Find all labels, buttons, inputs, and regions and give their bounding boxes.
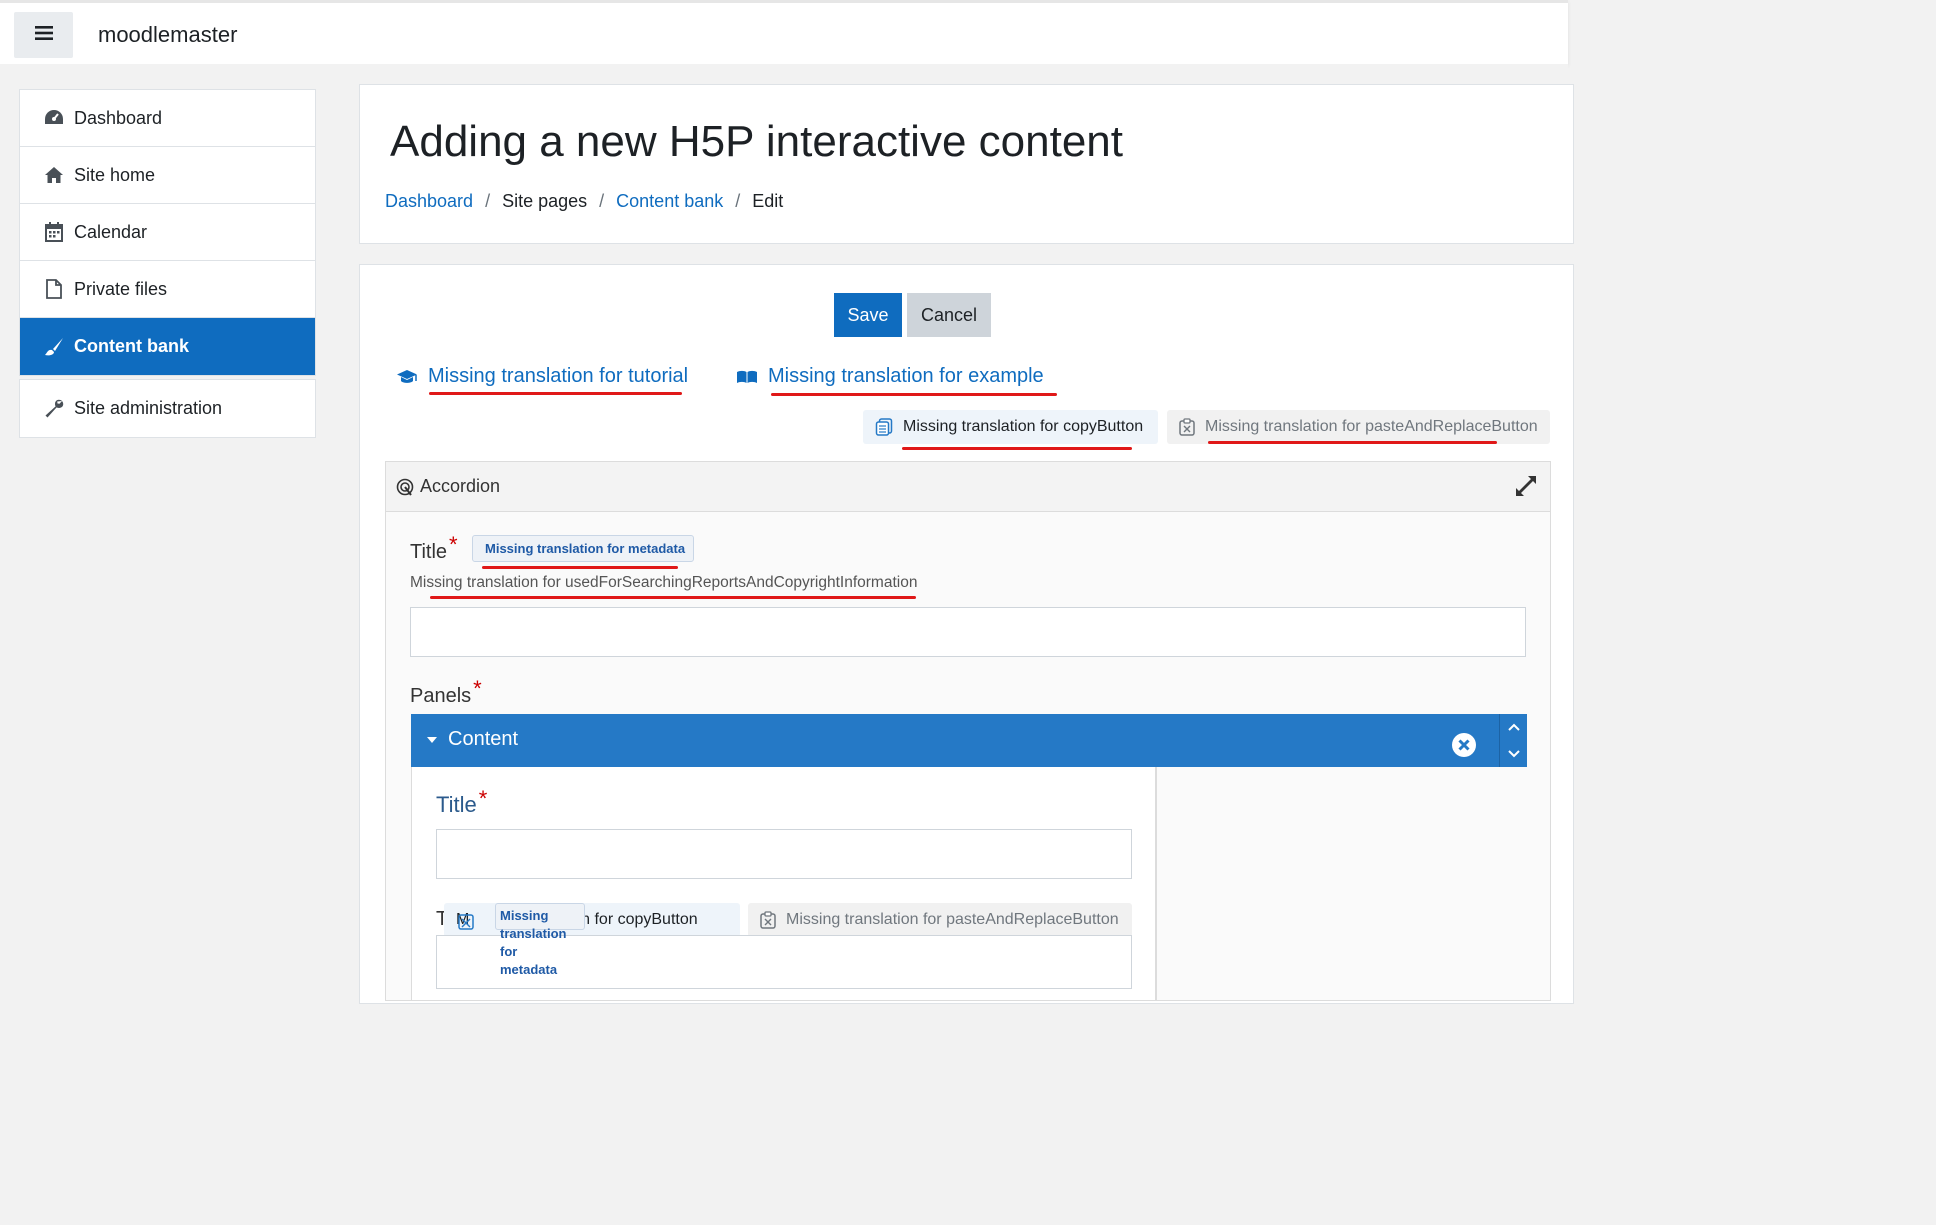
- breadcrumb-edit: Edit: [752, 191, 784, 211]
- paste-icon: [760, 911, 776, 929]
- breadcrumb-dashboard[interactable]: Dashboard: [385, 191, 473, 212]
- content-form-card: Save Cancel Missing translation for tuto…: [359, 264, 1574, 1004]
- file-icon: [44, 279, 64, 299]
- paste-button-label: Missing translation for pasteAndReplaceB…: [1205, 418, 1538, 435]
- panel-paste-replace-button[interactable]: Missing translation for pasteAndReplaceB…: [748, 903, 1132, 937]
- panel-item-header[interactable]: Content: [411, 714, 1527, 767]
- move-up-icon[interactable]: [1508, 718, 1520, 736]
- required-marker: *: [449, 532, 458, 557]
- breadcrumb-separator: /: [735, 191, 741, 211]
- cancel-button[interactable]: Cancel: [907, 293, 991, 337]
- metadata-button-label: Missing translation for metadata: [485, 541, 686, 556]
- wrench-icon: [44, 399, 64, 419]
- example-link[interactable]: Missing translation for example: [736, 365, 1044, 388]
- fullscreen-expand-icon[interactable]: [1514, 474, 1538, 503]
- breadcrumb-separator: /: [599, 191, 605, 211]
- panel-copy-button[interactable]: Mation for copyButton: [444, 903, 740, 937]
- h5p-editor: Accordion Title* Missing translation for…: [385, 461, 1551, 1001]
- title-field-label: Title*: [410, 532, 458, 564]
- title-label-text: Title: [410, 541, 448, 563]
- top-navbar: moodlemaster: [0, 0, 1568, 64]
- open-book-icon: [736, 369, 758, 385]
- sidebar-item-label: Private files: [74, 278, 168, 299]
- caret-down-icon[interactable]: [426, 736, 438, 744]
- page-header: Adding a new H5P interactive content Das…: [359, 84, 1574, 244]
- sidebar-admin-nav: Site administration: [19, 379, 316, 438]
- remove-panel-icon[interactable]: [1451, 732, 1477, 763]
- copy-button-label: Missing translation for copyButton: [903, 418, 1144, 435]
- required-marker: *: [478, 786, 488, 811]
- sidebar-item-label: Site administration: [74, 398, 223, 418]
- tutorial-link-label: Missing translation for tutorial: [428, 365, 689, 387]
- sidebar-item-label: Calendar: [74, 221, 148, 242]
- panel-paste-button-label: Missing translation for pasteAndReplaceB…: [786, 911, 1119, 928]
- breadcrumb-site-pages: Site pages: [502, 191, 588, 211]
- sidebar-item-content-bank[interactable]: Content bank: [20, 318, 315, 375]
- paintbrush-icon: [44, 337, 64, 357]
- copy-icon: [458, 912, 474, 935]
- tutorial-link[interactable]: Missing translation for tutorial: [396, 365, 688, 388]
- panel-title-input[interactable]: [436, 829, 1132, 879]
- panels-field-label: Panels*: [410, 676, 482, 708]
- dashboard-icon: [44, 108, 64, 128]
- copy-icon: [875, 418, 893, 436]
- library-title: Accordion: [420, 476, 501, 496]
- site-name[interactable]: moodlemaster: [98, 22, 237, 48]
- accordion-library-icon: [396, 478, 414, 496]
- sidebar-nav: Dashboard Site home Calendar Private fil…: [19, 89, 316, 376]
- panel-item-body: Title* Text* Mation for copyButton Missi…: [411, 767, 1156, 1000]
- sidebar-item-label: Dashboard: [74, 107, 163, 128]
- move-down-icon[interactable]: [1508, 745, 1520, 763]
- annotation-underline: [902, 447, 1132, 450]
- annotation-underline: [430, 596, 916, 599]
- sidebar-item-site-administration[interactable]: Site administration: [20, 380, 315, 437]
- breadcrumb-content-bank[interactable]: Content bank: [616, 191, 723, 212]
- metadata-line: metadata: [500, 962, 558, 977]
- panels-label-text: Panels: [410, 685, 472, 707]
- panel-title-field-label: Title*: [436, 786, 487, 818]
- main-region: Adding a new H5P interactive content Das…: [340, 64, 1574, 1004]
- sidebar-item-label: Site home: [74, 164, 156, 185]
- metadata-line: for: [500, 944, 518, 959]
- metadata-line: Missing: [500, 908, 549, 923]
- sidebar-item-label: Content bank: [74, 336, 189, 356]
- h5p-library-header: Accordion: [386, 462, 1550, 512]
- panel-item-title: Content: [426, 728, 518, 751]
- panel-item-title-text: Content: [448, 728, 519, 750]
- paste-replace-button[interactable]: Missing translation for pasteAndReplaceB…: [1167, 410, 1550, 444]
- panel-order-controls: [1499, 714, 1528, 767]
- metadata-button[interactable]: Missing translation for metadata: [472, 535, 694, 562]
- home-icon: [44, 165, 64, 185]
- breadcrumb-separator: /: [485, 191, 491, 211]
- page-title: Adding a new H5P interactive content: [390, 117, 1123, 166]
- annotation-underline: [482, 566, 678, 569]
- graduation-cap-icon: [396, 369, 418, 385]
- panel-metadata-button[interactable]: Missing translation for metadata: [495, 903, 585, 977]
- annotation-underline: [429, 392, 682, 395]
- hamburger-icon: [34, 25, 53, 45]
- sidebar-item-site-home[interactable]: Site home: [20, 147, 315, 204]
- annotation-underline: [1208, 441, 1497, 444]
- sidebar-item-dashboard[interactable]: Dashboard: [20, 90, 315, 147]
- annotation-underline: [771, 393, 1057, 396]
- sidebar-item-private-files[interactable]: Private files: [20, 261, 315, 318]
- copy-button[interactable]: Missing translation for copyButton: [863, 410, 1158, 444]
- save-button[interactable]: Save: [834, 293, 902, 337]
- title-input[interactable]: [410, 607, 1526, 657]
- sidebar: Dashboard Site home Calendar Private fil…: [0, 64, 340, 992]
- sidebar-item-calendar[interactable]: Calendar: [20, 204, 315, 261]
- title-field-description: Missing translation for usedForSearching…: [410, 574, 918, 591]
- required-marker: *: [473, 676, 482, 701]
- menu-toggle-button[interactable]: [14, 12, 73, 58]
- breadcrumb: Dashboard / Site pages / Content bank / …: [385, 191, 783, 212]
- calendar-icon: [44, 222, 64, 242]
- example-link-label: Missing translation for example: [768, 365, 1044, 387]
- panel-item-side-area: [1156, 767, 1527, 1000]
- metadata-line: translation: [500, 926, 567, 941]
- panel-title-label-text: Title: [436, 792, 477, 817]
- paste-icon: [1179, 418, 1195, 436]
